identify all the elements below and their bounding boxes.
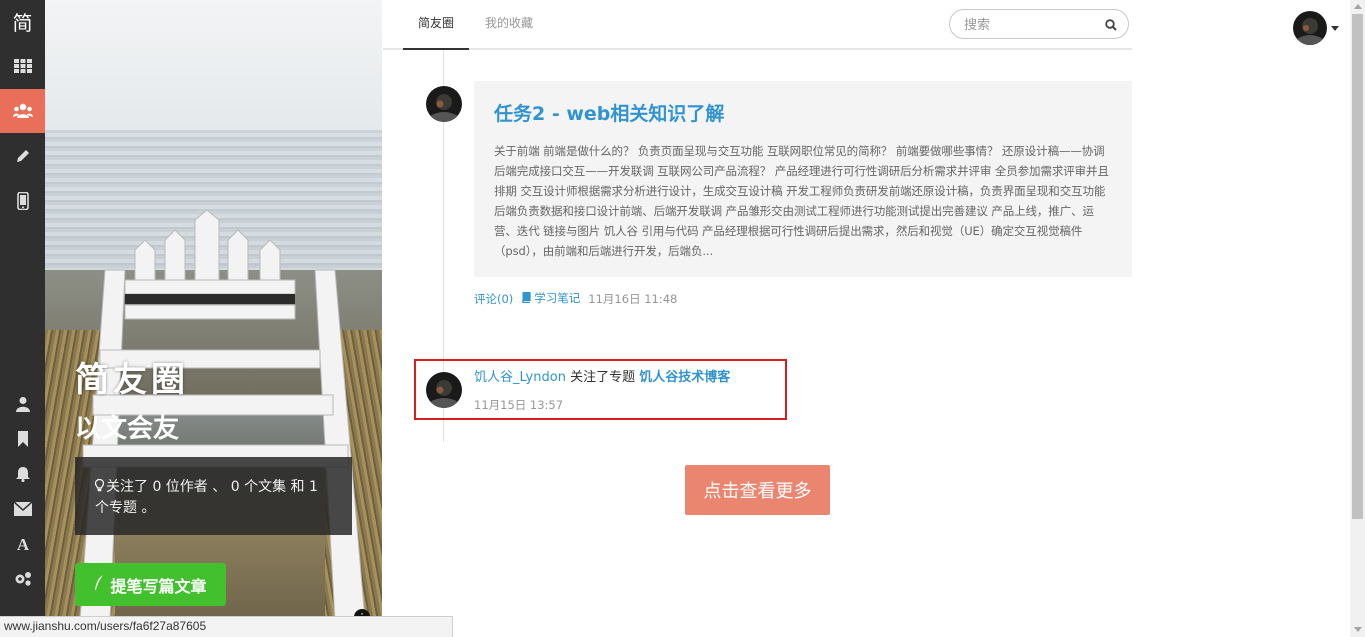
activity-text: 饥人谷_Lyndon 关注了专题 饥人谷技术博客 [474, 370, 730, 386]
post-card: 任务2 - web相关知识了解 关于前端 前端是做什么的？ 负责页面呈现与交互功… [474, 81, 1132, 277]
chevron-down-icon[interactable] [1331, 26, 1339, 31]
jianshu-logo[interactable]: 简 [0, 0, 45, 42]
post-title[interactable]: 任务2 - web相关知识了解 [494, 101, 1112, 127]
scroll-down-icon[interactable] [1354, 627, 1362, 632]
book-icon [521, 291, 531, 307]
grid-icon[interactable] [0, 44, 45, 88]
status-url: www.jianshu.com/users/fa6f27a87605 [0, 616, 453, 637]
notebook-link[interactable]: 学习笔记 [521, 290, 580, 307]
post-time: 11月16日 11:48 [588, 291, 678, 306]
notebook-label: 学习笔记 [534, 291, 581, 305]
activity-user-link[interactable]: 饥人谷_Lyndon [474, 370, 566, 385]
tab-timeline[interactable]: 简友圈 [403, 0, 469, 50]
post-avatar[interactable] [426, 86, 462, 122]
write-article-button[interactable]: 提笔写篇文章 [75, 563, 226, 606]
hero-title: 简友圈 [75, 360, 189, 400]
load-more-button[interactable]: 点击查看更多 [685, 465, 830, 515]
activity-avatar[interactable] [426, 372, 462, 408]
activity-topic-link[interactable]: 饥人谷技术博客 [639, 370, 730, 385]
sidebar-rail: 简 A [0, 0, 45, 637]
hero-subtitle: 以文会友 [75, 414, 180, 444]
lightbulb-icon [94, 478, 105, 498]
gear-icon[interactable] [0, 557, 45, 601]
search-input[interactable] [962, 14, 1106, 36]
post-meta: 评论(0) 学习笔记 11月16日 11:48 [474, 290, 677, 307]
write-article-label: 提笔写篇文章 [110, 576, 207, 596]
scroll-up-icon[interactable] [1354, 4, 1362, 9]
feather-icon [94, 574, 104, 595]
scroll-thumb[interactable] [1352, 14, 1363, 519]
pencil-icon[interactable] [0, 134, 45, 178]
search-box [949, 9, 1129, 39]
post-excerpt: 关于前端 前端是做什么的？ 负责页面呈现与交互功能 互联网职位常见的简称？ 前端… [494, 144, 1109, 258]
activity-highlight [414, 359, 787, 420]
user-avatar[interactable] [1293, 11, 1327, 45]
phone-icon[interactable] [0, 179, 45, 223]
hero-banner: 简友圈 以文会友 关注了 0 位作者 、 0 个文集 和 1 个专题 。 提笔写… [45, 0, 382, 637]
search-icon[interactable] [1105, 18, 1117, 36]
follow-summary: 关注了 0 位作者 、 0 个文集 和 1 个专题 。 [75, 457, 352, 535]
scrollbar[interactable] [1350, 0, 1365, 637]
comments-link[interactable]: 评论(0) [474, 291, 513, 307]
activity-time: 11月15日 13:57 [474, 398, 564, 412]
follow-summary-text: 关注了 0 位作者 、 0 个文集 和 1 个专题 。 [95, 479, 318, 516]
tab-favorites[interactable]: 我的收藏 [481, 0, 537, 48]
users-icon[interactable] [0, 89, 45, 133]
svg-text:A: A [16, 536, 29, 552]
activity-action: 关注了专题 [570, 370, 636, 385]
